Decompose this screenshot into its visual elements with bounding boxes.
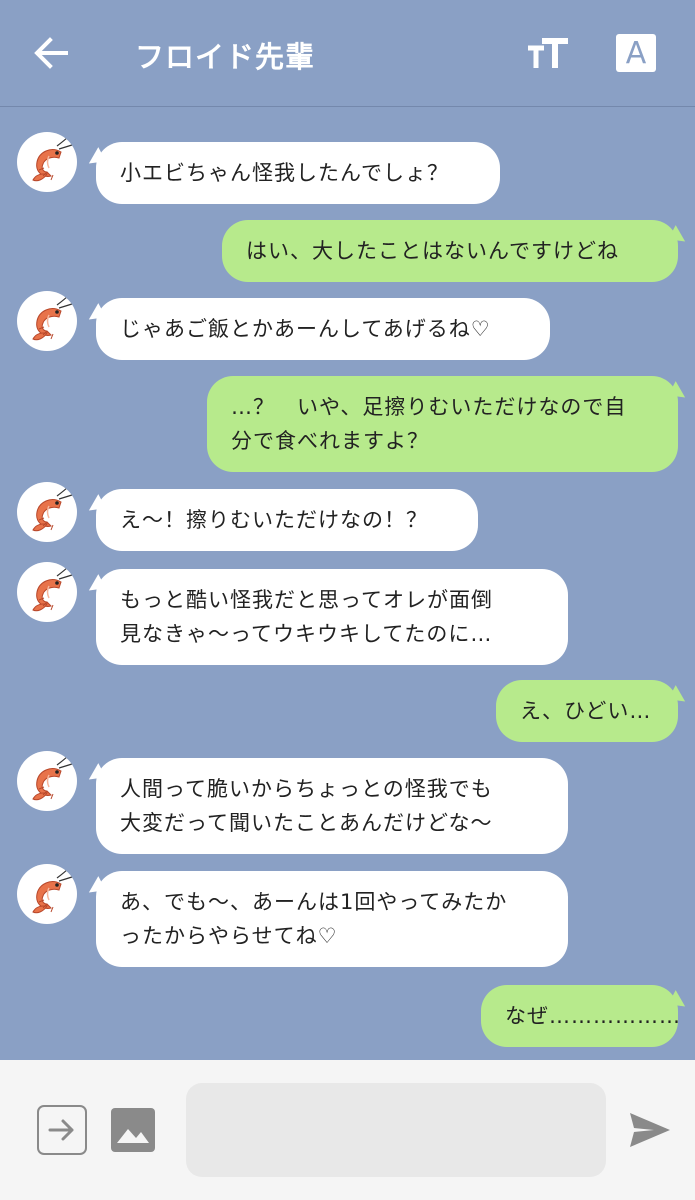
back-arrow-icon[interactable]	[30, 32, 72, 74]
message-line: ったからやらせてね♡	[120, 924, 338, 948]
image-icon[interactable]	[110, 1107, 156, 1153]
message-line: あ、でも〜、あーんは1回やってみたか	[120, 890, 508, 914]
message-line: じゃあご飯とかあーんしてあげるね♡	[120, 317, 491, 341]
message-line: 大変だって聞いたことあんだけどな〜	[120, 811, 493, 835]
message-line: 人間って脆いからちょっとの怪我でも	[120, 777, 493, 801]
message-line: え、ひどい…	[520, 699, 652, 723]
message-bubble-incoming: 小エビちゃん怪我したんでしょ？	[96, 142, 500, 204]
message-bubble-incoming: あ、でも〜、あーんは1回やってみたか ったからやらせてね♡	[96, 871, 568, 967]
message-bubble-outgoing: なぜ………………	[481, 985, 681, 1047]
send-icon[interactable]	[628, 1110, 672, 1150]
message-bubble-outgoing: …？ いや、足擦りむいただけなので自 分で食べれますよ？	[207, 376, 678, 472]
message-bubble-outgoing: はい、大したことはないんですけどね	[222, 220, 678, 282]
translate-button[interactable]: A	[616, 34, 656, 72]
shrimp-icon[interactable]	[17, 864, 77, 924]
shrimp-icon[interactable]	[17, 291, 77, 351]
message-input[interactable]	[186, 1083, 606, 1177]
shrimp-icon[interactable]	[17, 562, 77, 622]
chat-title: フロイド先輩	[135, 40, 316, 74]
message-line: …？ いや、足擦りむいただけなので自	[231, 395, 627, 419]
message-bubble-incoming: 人間って脆いからちょっとの怪我でも 大変だって聞いたことあんだけどな〜	[96, 758, 568, 854]
message-bubble-incoming: もっと酷い怪我だと思ってオレが面倒 見なきゃ〜ってウキウキしてたのに…	[96, 569, 568, 665]
shrimp-icon[interactable]	[17, 482, 77, 542]
message-line: はい、大したことはないんですけどね	[246, 239, 619, 263]
arrow-in-box-icon[interactable]	[37, 1105, 87, 1155]
message-list: 小エビちゃん怪我したんでしょ？ はい、大したことはないんですけどね じゃあご飯と…	[0, 107, 695, 1060]
message-bubble-incoming: え〜！擦りむいただけなの！？	[96, 489, 478, 551]
message-bubble-outgoing: え、ひどい…	[496, 680, 678, 742]
message-line: もっと酷い怪我だと思ってオレが面倒	[120, 588, 493, 612]
shrimp-icon[interactable]	[17, 751, 77, 811]
message-line: え〜！擦りむいただけなの！？	[120, 508, 428, 532]
message-bubble-incoming: じゃあご飯とかあーんしてあげるね♡	[96, 298, 550, 360]
font-size-icon[interactable]	[526, 36, 570, 72]
message-line: 見なきゃ〜ってウキウキしてたのに…	[120, 622, 493, 646]
message-line: 小エビちゃん怪我したんでしょ？	[120, 161, 449, 185]
message-line: なぜ………………	[505, 1004, 681, 1028]
shrimp-icon[interactable]	[17, 132, 77, 192]
message-line: 分で食べれますよ？	[231, 429, 429, 453]
chat-header: フロイド先輩 A	[0, 0, 695, 107]
